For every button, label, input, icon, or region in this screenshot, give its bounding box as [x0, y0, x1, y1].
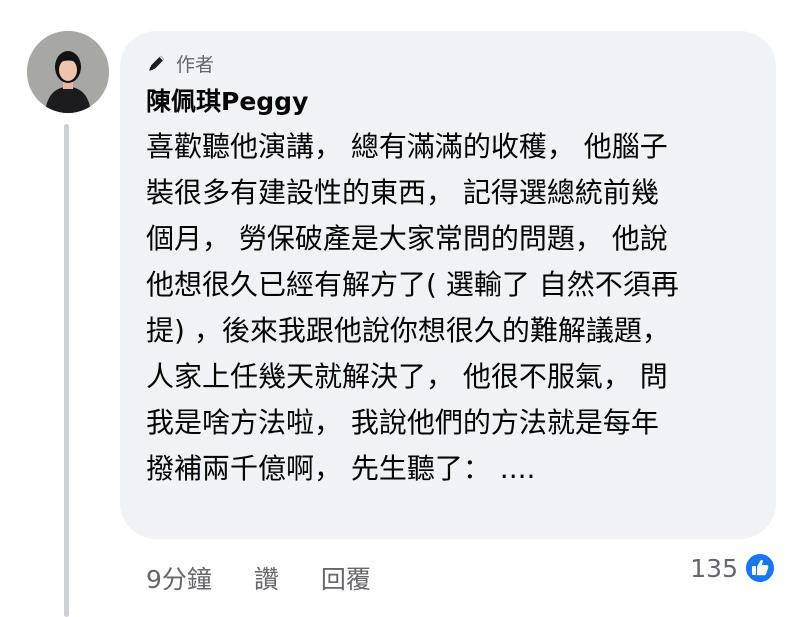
- author-badge: 作者: [146, 50, 214, 76]
- comment-text-line: 提) ，後來我跟他說你想很久的難解議題，: [146, 314, 670, 347]
- comment-text-line: 裝很多有建設性的東西， 記得選總統前幾: [146, 176, 659, 209]
- reaction-count: 135: [690, 553, 738, 583]
- pencil-icon: [146, 52, 168, 74]
- comment-text-line: 個月， 勞保破產是大家常問的問題， 他說: [146, 222, 668, 255]
- like-button[interactable]: 讚: [254, 560, 279, 596]
- comment-text-line: 人家上任幾天就解決了， 他很不服氣， 問: [146, 360, 668, 393]
- avatar[interactable]: [27, 31, 109, 113]
- comment-text-line: 撥補兩千億啊， 先生聽了： ....: [146, 452, 536, 485]
- comment-timestamp[interactable]: 9分鐘: [146, 560, 212, 596]
- reaction-summary[interactable]: 135: [690, 552, 776, 584]
- author-name[interactable]: 陳佩琪Peggy: [146, 86, 308, 118]
- like-icon: [744, 552, 776, 584]
- comment-text: 喜歡聽他演講， 總有滿滿的收穫， 他腦子 裝很多有建設性的東西， 記得選總統前幾…: [146, 124, 761, 492]
- comment-text-line: 我是啥方法啦， 我說他們的方法就是每年: [146, 406, 659, 439]
- thread-line: [64, 124, 69, 617]
- author-badge-label: 作者: [176, 53, 215, 76]
- reply-button[interactable]: 回覆: [321, 560, 371, 596]
- comment-actions: 9分鐘 讚 回覆: [146, 560, 371, 596]
- comment-text-line: 他想很久已經有解方了( 選輸了 自然不須再: [146, 268, 679, 301]
- comment-text-line: 喜歡聽他演講， 總有滿滿的收穫， 他腦子: [146, 130, 668, 163]
- comment-item: 作者 陳佩琪Peggy 喜歡聽他演講， 總有滿滿的收穫， 他腦子 裝很多有建設性…: [0, 0, 800, 617]
